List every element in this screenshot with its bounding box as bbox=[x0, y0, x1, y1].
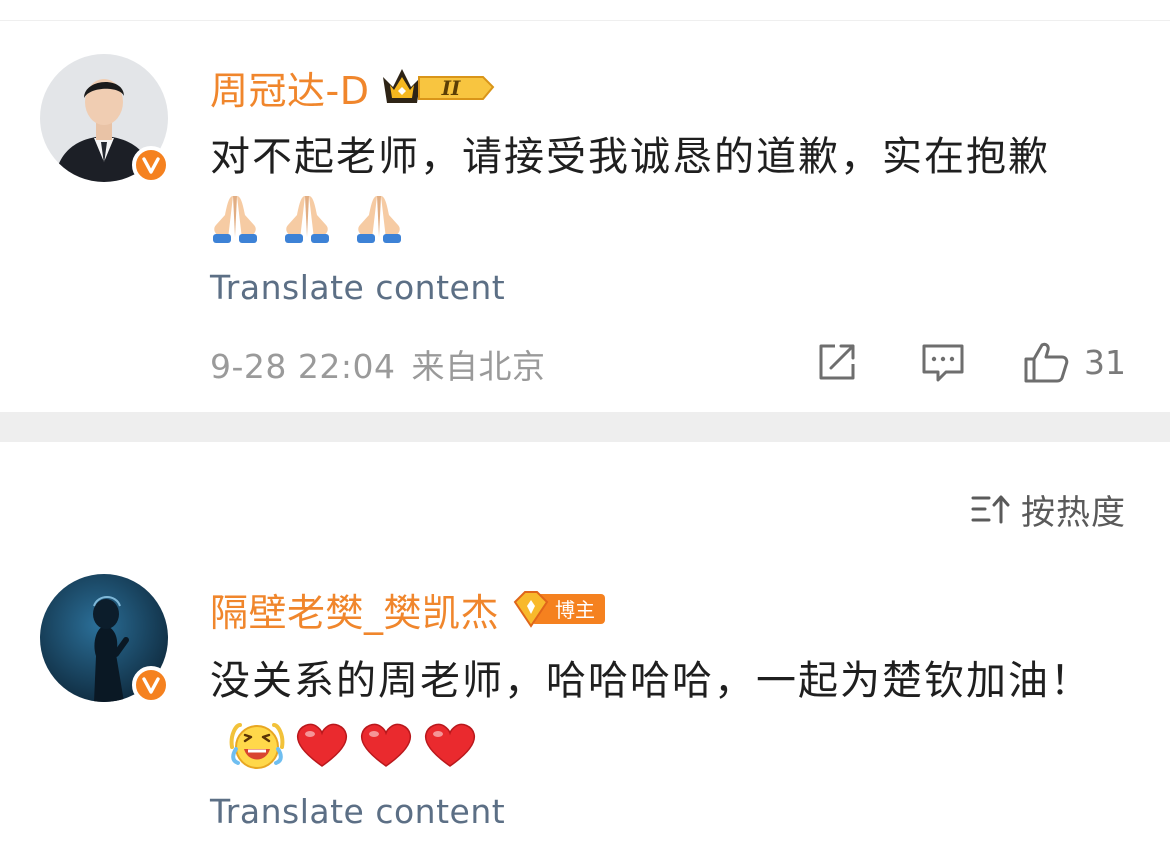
name-row: 周冠达-D II bbox=[210, 60, 497, 115]
comment-icon bbox=[922, 344, 964, 382]
location: 来自北京 bbox=[411, 347, 546, 386]
comment-text: 没关系的周老师，哈哈哈哈，一起为楚钦加油！ bbox=[210, 650, 1130, 776]
avatar[interactable] bbox=[40, 54, 170, 184]
comment-text: 对不起老师，请接受我诚恳的道歉，实在抱歉 bbox=[210, 126, 1130, 250]
folded-hands-icon bbox=[357, 196, 401, 243]
thumbs-up-icon bbox=[1024, 342, 1069, 383]
blogger-badge: 博主 bbox=[511, 588, 607, 630]
vip-level-badge: II bbox=[381, 65, 497, 109]
heart-icon bbox=[424, 723, 476, 767]
blogger-label: 博主 bbox=[555, 598, 595, 622]
translate-link[interactable]: Translate content bbox=[210, 268, 505, 307]
name-row: 隔壁老樊_樊凯杰 博主 bbox=[210, 582, 607, 637]
share-icon bbox=[819, 344, 855, 380]
top-divider bbox=[0, 20, 1170, 21]
folded-hands-icon bbox=[285, 196, 329, 243]
heart-icon bbox=[296, 723, 348, 767]
comment-body: 对不起老师，请接受我诚恳的道歉，实在抱歉 bbox=[210, 134, 1050, 180]
sort-icon bbox=[971, 495, 1010, 524]
verified-icon bbox=[132, 146, 170, 184]
comment-item: 隔壁老樊_樊凯杰 博主 没关系的周老师，哈哈哈哈，一起为楚钦加油！ Transl… bbox=[0, 560, 1170, 854]
folded-hands-icon bbox=[213, 196, 257, 243]
emoji-row bbox=[210, 188, 1130, 250]
like-count: 31 bbox=[1084, 342, 1126, 382]
like-button[interactable]: 31 bbox=[1022, 340, 1126, 384]
timestamp: 9-28 22:04 bbox=[210, 347, 396, 386]
comment-meta: 9-28 22:04 来自北京 bbox=[210, 340, 546, 388]
sort-toggle[interactable]: 按热度 bbox=[971, 486, 1126, 533]
crown-icon: II bbox=[383, 69, 495, 103]
emoji-row bbox=[228, 714, 478, 776]
comment-body: 没关系的周老师，哈哈哈哈，一起为楚钦加油！ bbox=[210, 658, 1092, 704]
username[interactable]: 隔壁老樊_樊凯杰 bbox=[210, 582, 499, 637]
verified-icon bbox=[132, 666, 170, 704]
avatar[interactable] bbox=[40, 574, 170, 704]
heart-icon bbox=[360, 723, 412, 767]
comment-feed: 周冠达-D II 对不起老师，请接受我诚恳的道歉，实在抱歉 Translate … bbox=[0, 0, 1170, 854]
section-divider bbox=[0, 412, 1170, 442]
comment-button[interactable] bbox=[920, 340, 966, 384]
level-text: II bbox=[441, 76, 461, 100]
translate-link[interactable]: Translate content bbox=[210, 792, 505, 831]
laughing-face-icon bbox=[229, 723, 285, 769]
sort-label: 按热度 bbox=[1021, 492, 1126, 533]
username[interactable]: 周冠达-D bbox=[210, 60, 369, 115]
repost-button[interactable] bbox=[815, 340, 859, 384]
comment-item: 周冠达-D II 对不起老师，请接受我诚恳的道歉，实在抱歉 Translate … bbox=[0, 40, 1170, 412]
